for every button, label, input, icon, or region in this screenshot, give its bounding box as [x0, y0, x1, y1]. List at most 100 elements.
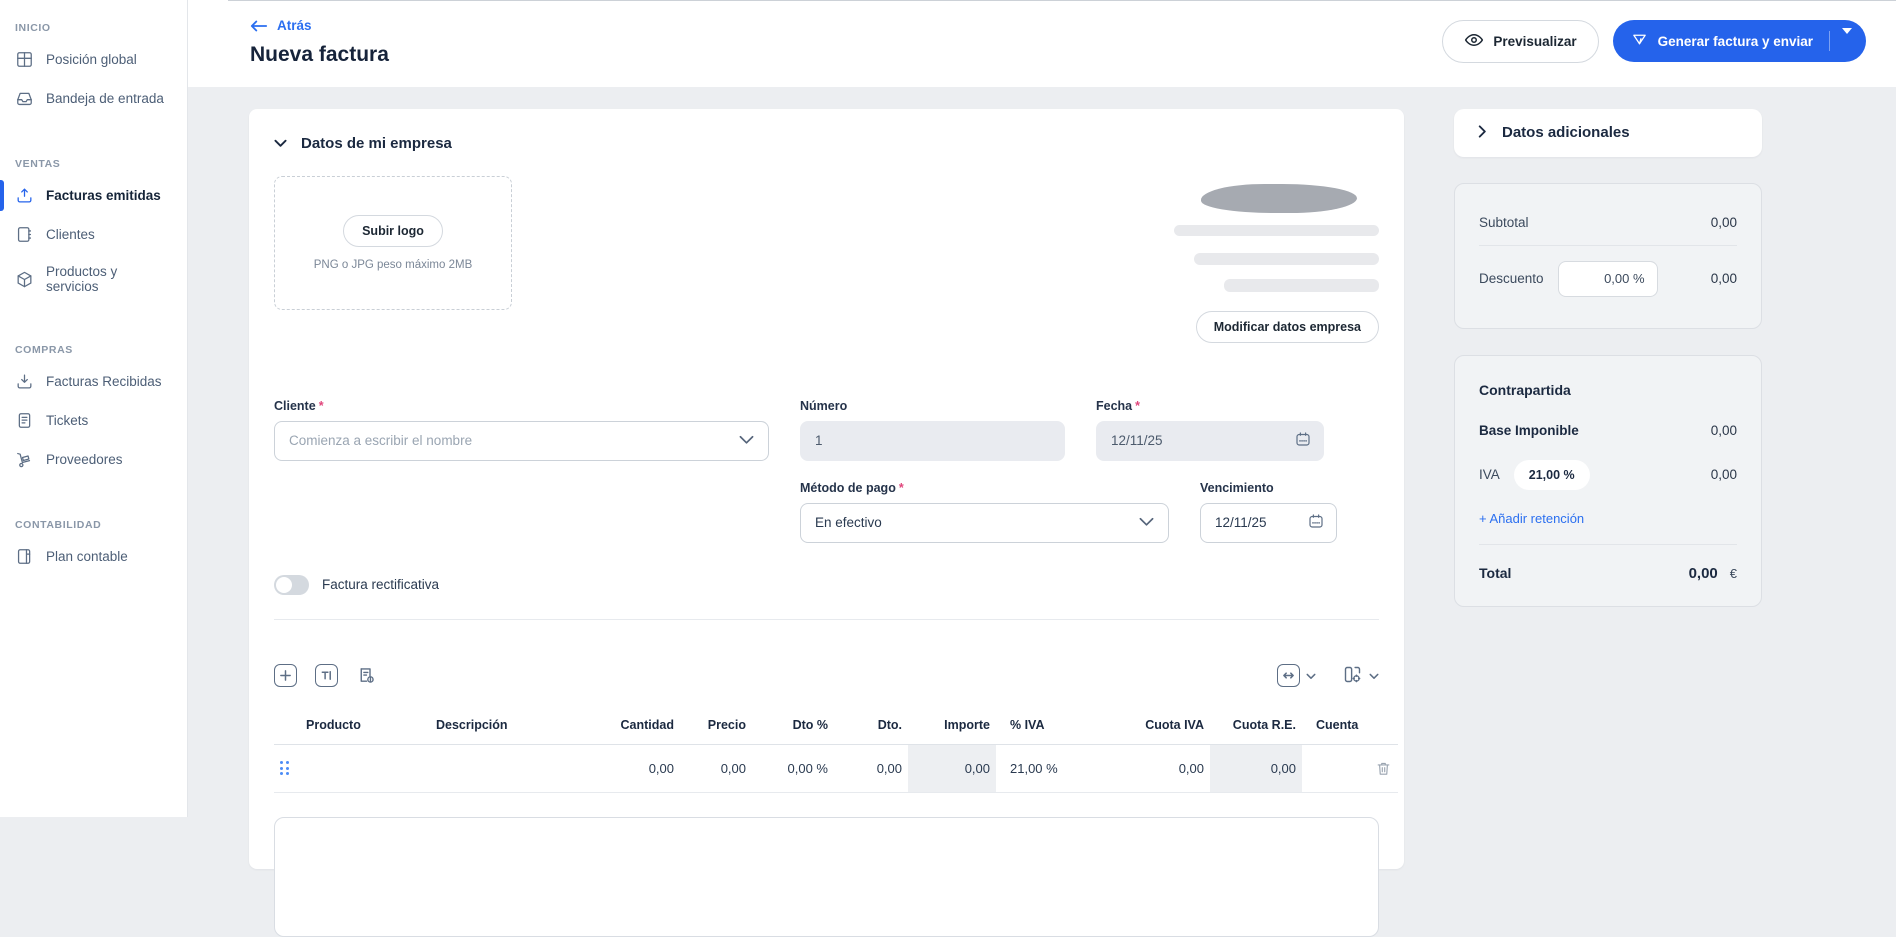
- notes-textarea[interactable]: [274, 817, 1379, 937]
- col-cuota-re: Cuota R.E.: [1210, 710, 1302, 745]
- invoice-card: Datos de mi empresa Subir logo PNG o JPG…: [249, 109, 1404, 869]
- upload-logo-button[interactable]: Subir logo: [343, 215, 443, 247]
- numero-input: 1: [800, 421, 1065, 461]
- sidebar-item-productos-servicios[interactable]: Productos y servicios: [0, 254, 187, 304]
- numero-label: Número: [800, 399, 847, 413]
- sidebar-item-facturas-emitidas[interactable]: Facturas emitidas: [0, 176, 187, 215]
- back-link[interactable]: Atrás: [250, 18, 312, 33]
- column-settings-control[interactable]: [1342, 664, 1379, 688]
- divider: [1479, 544, 1737, 545]
- sidebar-section-inicio: INICIO: [15, 22, 187, 34]
- preview-button[interactable]: Previsualizar: [1442, 20, 1598, 63]
- descuento-input[interactable]: 0,00 %: [1558, 261, 1658, 297]
- subtotal-card: Subtotal 0,00 Descuento 0,00 % 0,00: [1454, 183, 1762, 329]
- sidebar-item-plan-contable[interactable]: Plan contable: [0, 537, 187, 576]
- fecha-value: 12/11/25: [1111, 433, 1163, 448]
- col-cantidad: Cantidad: [600, 710, 680, 745]
- col-iva-pct: % IVA: [996, 710, 1100, 745]
- modify-company-button[interactable]: Modificar datos empresa: [1196, 311, 1379, 343]
- cliente-combobox[interactable]: Comienza a escribir el nombre: [274, 421, 769, 461]
- main-area: Atrás Nueva factura Previsualizar Genera…: [188, 0, 1896, 817]
- cell-dto-pct[interactable]: 0,00 %: [752, 745, 834, 793]
- page-header: Atrás Nueva factura Previsualizar Genera…: [188, 6, 1896, 87]
- col-dto-pct: Dto %: [752, 710, 834, 745]
- sidebar-item-label: Productos y servicios: [46, 264, 172, 294]
- sidebar-item-label: Bandeja de entrada: [46, 91, 164, 106]
- chevron-down-icon: [1369, 668, 1379, 683]
- sidebar: INICIO Posición global Bandeja de entrad…: [0, 0, 188, 817]
- attach-document-icon[interactable]: [356, 664, 377, 687]
- rectificativa-toggle[interactable]: [274, 575, 309, 595]
- inbox-icon: [15, 89, 34, 108]
- send-icon: [1631, 31, 1648, 51]
- company-skeleton-line: [1194, 253, 1379, 265]
- vencimiento-input[interactable]: 12/11/25: [1200, 503, 1337, 543]
- generate-invoice-button[interactable]: Generar factura y enviar: [1613, 20, 1866, 62]
- items-table: Producto Descripción Cantidad Precio Dto…: [274, 710, 1379, 793]
- total-label: Total: [1479, 565, 1511, 581]
- sidebar-item-bandeja-entrada[interactable]: Bandeja de entrada: [0, 79, 187, 118]
- sidebar-item-posicion-global[interactable]: Posición global: [0, 40, 187, 79]
- trolley-icon: [15, 450, 34, 469]
- col-descripcion: Descripción: [430, 710, 600, 745]
- upload-hint: PNG o JPG peso máximo 2MB: [314, 259, 473, 271]
- delete-row-icon[interactable]: [1364, 745, 1398, 793]
- col-actions: [1364, 710, 1398, 745]
- page-title: Nueva factura: [250, 43, 389, 67]
- calendar-icon[interactable]: [1307, 512, 1325, 533]
- total-value: 0,00: [1689, 565, 1718, 582]
- chevron-down-icon: [1306, 668, 1316, 683]
- subtotal-label: Subtotal: [1479, 215, 1529, 230]
- sidebar-item-tickets[interactable]: Tickets: [0, 401, 187, 440]
- row-drag-handle[interactable]: [274, 745, 300, 793]
- sidebar-item-label: Tickets: [46, 413, 88, 428]
- button-separator: [1829, 31, 1830, 51]
- cell-importe: 0,00: [908, 745, 996, 793]
- iva-percentage-pill[interactable]: 21,00 %: [1514, 460, 1590, 490]
- cell-dto[interactable]: 0,00: [834, 745, 908, 793]
- chevron-down-icon: [274, 136, 287, 151]
- col-dto: Dto.: [834, 710, 908, 745]
- sidebar-item-clientes[interactable]: Clientes: [0, 215, 187, 254]
- column-settings-icon: [1342, 664, 1363, 688]
- cell-descripcion[interactable]: [430, 745, 600, 793]
- contrapartida-title: Contrapartida: [1479, 376, 1737, 412]
- cell-cuota-re: 0,00: [1210, 745, 1302, 793]
- divider: [1479, 245, 1737, 246]
- fecha-input[interactable]: 12/11/25: [1096, 421, 1324, 461]
- required-asterisk: *: [899, 481, 904, 495]
- sidebar-item-label: Clientes: [46, 227, 95, 242]
- cell-producto[interactable]: [300, 745, 430, 793]
- calendar-icon[interactable]: [1294, 430, 1312, 451]
- chevron-down-icon: [1139, 515, 1154, 530]
- company-section-toggle[interactable]: Datos de mi empresa: [274, 135, 1379, 152]
- invoice-form: Cliente* Comienza a escribir el nombre N…: [274, 399, 1379, 595]
- add-retention-link[interactable]: + Añadir retención: [1479, 501, 1737, 540]
- additional-data-toggle[interactable]: Datos adicionales: [1454, 109, 1762, 157]
- section-divider: [274, 619, 1379, 620]
- company-block: Subir logo PNG o JPG peso máximo 2MB Mod…: [274, 176, 1379, 343]
- generate-dropdown-caret[interactable]: [1842, 34, 1852, 49]
- sidebar-section-contabilidad: CONTABILIDAD: [15, 519, 187, 531]
- add-text-line-icon[interactable]: [315, 664, 338, 687]
- column-width-control[interactable]: [1277, 664, 1316, 687]
- add-line-icon[interactable]: [274, 664, 297, 687]
- company-section-title: Datos de mi empresa: [301, 135, 452, 152]
- metodo-pago-select[interactable]: En efectivo: [800, 503, 1169, 543]
- additional-data-title: Datos adicionales: [1502, 124, 1630, 141]
- logo-dropzone[interactable]: Subir logo PNG o JPG peso máximo 2MB: [274, 176, 512, 310]
- numero-value: 1: [815, 433, 823, 448]
- sidebar-item-label: Posición global: [46, 52, 137, 67]
- sidebar-item-proveedores[interactable]: Proveedores: [0, 440, 187, 479]
- download-tray-icon: [15, 372, 34, 391]
- cell-cantidad[interactable]: 0,00: [600, 745, 680, 793]
- vencimiento-label: Vencimiento: [1200, 481, 1274, 495]
- iva-label: IVA: [1479, 467, 1500, 482]
- required-asterisk: *: [319, 399, 324, 413]
- preview-button-label: Previsualizar: [1493, 34, 1576, 49]
- vencimiento-value: 12/11/25: [1215, 515, 1267, 530]
- cell-precio[interactable]: 0,00: [680, 745, 752, 793]
- sidebar-item-facturas-recibidas[interactable]: Facturas Recibidas: [0, 362, 187, 401]
- cell-cuenta[interactable]: [1302, 745, 1364, 793]
- cell-iva-pct[interactable]: 21,00 %: [996, 745, 1100, 793]
